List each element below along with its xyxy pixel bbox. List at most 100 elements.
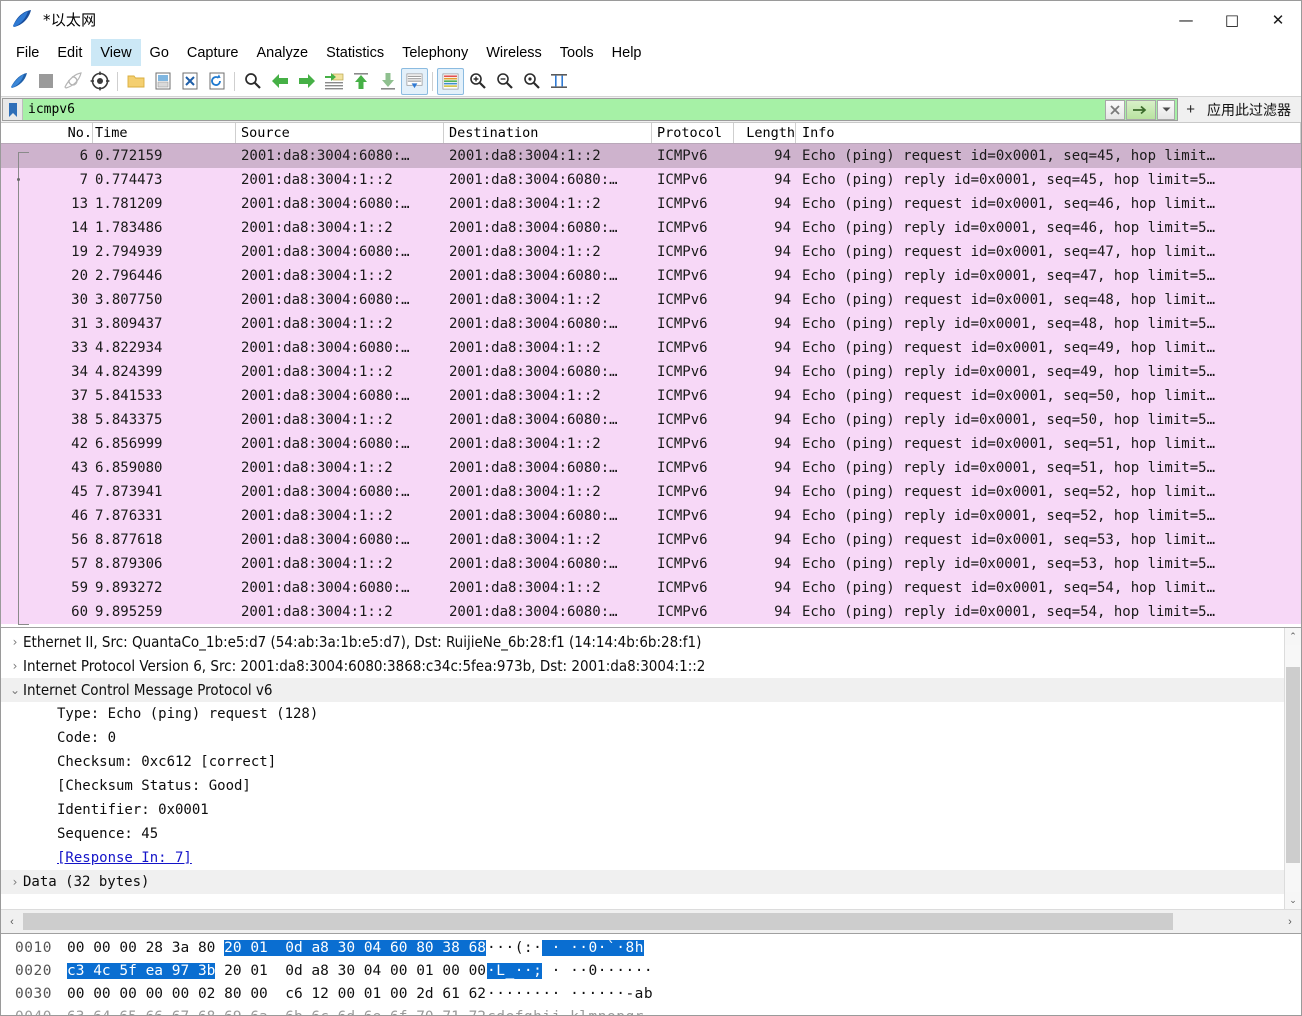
column-header-protocol[interactable]: Protocol (652, 123, 734, 143)
column-header-destination[interactable]: Destination (444, 123, 652, 143)
packet-row[interactable]: 45 7.873941 2001:da8:3004:6080:… 2001:da8:3… (1, 480, 1301, 504)
packet-row[interactable]: 57 8.879306 2001:da8:3004:1::2 2001:da8:300… (1, 552, 1301, 576)
packet-row[interactable]: 38 5.843375 2001:da8:3004:1::2 2001:da8:300… (1, 408, 1301, 432)
hex-bytes[interactable]: 00 00 00 28 3a 80 20 01 0d a8 30 04 60 8… (67, 939, 487, 956)
protocol-tree-item[interactable]: Checksum: 0xc612 [correct] (1, 750, 1284, 774)
menu-go[interactable]: Go (141, 39, 178, 66)
hex-dump-row[interactable]: 0010 00 00 00 28 3a 80 20 01 0d a8 30 04 … (1, 936, 1301, 959)
detail-hscroll-track[interactable] (23, 910, 1279, 933)
packet-row[interactable]: 13 1.781209 2001:da8:3004:6080:… 2001:da8:3… (1, 192, 1301, 216)
hex-dump-row[interactable]: 0030 00 00 00 00 00 02 80 00 c6 12 00 01 … (1, 982, 1301, 1005)
menu-help[interactable]: Help (603, 39, 651, 66)
add-filter-button-button[interactable]: + (1178, 97, 1203, 122)
close-file-icon[interactable] (176, 68, 203, 95)
packet-row[interactable]: 33 4.822934 2001:da8:3004:6080:… 2001:da8:3… (1, 336, 1301, 360)
protocol-tree-item[interactable]: [Checksum Status: Good] (1, 774, 1284, 798)
packet-row[interactable]: 7 0.774473 2001:da8:3004:1::2 2001:da8:3004… (1, 168, 1301, 192)
colorize-packets-icon[interactable] (437, 67, 464, 95)
detail-scroll-track[interactable] (1285, 645, 1301, 892)
packet-row[interactable]: 6 0.772159 2001:da8:3004:6080:… 2001:da8:30… (1, 144, 1301, 168)
protocol-tree-item[interactable]: Identifier: 0x0001 (1, 798, 1284, 822)
packet-row[interactable]: 59 9.893272 2001:da8:3004:6080:… 2001:da8:3… (1, 576, 1301, 600)
protocol-tree-item[interactable]: Sequence: 45 (1, 822, 1284, 846)
protocol-tree-item[interactable]: › Data (32 bytes) (1, 870, 1284, 894)
protocol-tree-item[interactable]: [Response In: 7] (1, 846, 1284, 870)
protocol-tree[interactable]: › Ethernet II, Src: QuantaCo_1b:e5:d7 (54… (1, 628, 1284, 909)
packet-row[interactable]: 31 3.809437 2001:da8:3004:1::2 2001:da8:300… (1, 312, 1301, 336)
protocol-tree-item[interactable]: Type: Echo (ping) request (128) (1, 702, 1284, 726)
column-header-no[interactable]: No. (1, 123, 93, 143)
zoom-in-icon[interactable] (464, 68, 491, 95)
hex-ascii-segment[interactable]: cdefghij klmnopqr (487, 1009, 644, 1016)
hex-bytes-segment[interactable]: 20 01 0d a8 30 04 00 01 00 00 (215, 963, 486, 979)
hex-ascii[interactable]: ···(:· · ··0·`·8h (459, 939, 644, 956)
menu-file[interactable]: File (7, 39, 48, 66)
menu-telephony[interactable]: Telephony (393, 39, 477, 66)
hex-bytes[interactable]: 00 00 00 00 00 02 80 00 c6 12 00 01 00 2… (67, 986, 486, 1002)
packet-list-rows[interactable]: 6 0.772159 2001:da8:3004:6080:… 2001:da8:30… (1, 144, 1301, 627)
menu-analyze[interactable]: Analyze (247, 39, 317, 66)
restart-capture-icon[interactable] (59, 68, 86, 95)
chevron-right-icon[interactable]: › (7, 875, 23, 889)
packet-row[interactable]: 30 3.807750 2001:da8:3004:6080:… 2001:da8:3… (1, 288, 1301, 312)
hex-ascii[interactable]: ·L_··; · ··0······ (459, 962, 653, 979)
packet-bytes-pane[interactable]: 0010 00 00 00 28 3a 80 20 01 0d a8 30 04 … (1, 933, 1301, 1015)
scroll-right-arrow-icon[interactable]: › (1279, 910, 1301, 933)
zoom-reset-icon[interactable] (518, 68, 545, 95)
scroll-down-arrow-icon[interactable]: ⌄ (1285, 892, 1301, 909)
close-button[interactable]: ✕ (1255, 1, 1301, 39)
column-header-length[interactable]: Length (734, 123, 796, 143)
menu-tools[interactable]: Tools (551, 39, 603, 66)
protocol-tree-item[interactable]: Code: 0 (1, 726, 1284, 750)
protocol-tree-item[interactable]: › Internet Protocol Version 6, Src: 2001:… (1, 654, 1284, 678)
hex-bytes-selected[interactable]: 20 01 0d a8 30 04 60 80 38 68 (224, 939, 487, 956)
apply-this-filter-label[interactable]: 应用此过滤器 (1203, 97, 1301, 122)
menu-wireless[interactable]: Wireless (477, 39, 551, 66)
apply-filter-icon[interactable] (1126, 99, 1157, 120)
minimize-button[interactable]: — (1163, 1, 1209, 39)
hex-bytes[interactable]: 63 64 65 66 67 68 69 6a 6b 6c 6d 6e 6f 7… (67, 1009, 486, 1016)
packet-row[interactable]: 43 6.859080 2001:da8:3004:1::2 2001:da8:300… (1, 456, 1301, 480)
column-header-time[interactable]: Time (93, 123, 236, 143)
hex-bytes-segment[interactable]: 00 00 00 00 00 02 80 00 c6 12 00 01 00 2… (67, 986, 486, 1002)
menu-statistics[interactable]: Statistics (317, 39, 393, 66)
hex-bytes-segment[interactable]: 00 00 00 28 3a 80 (67, 940, 224, 956)
hex-ascii[interactable]: cdefghij klmnopqr (459, 1009, 644, 1016)
resize-columns-icon[interactable] (545, 68, 572, 95)
detail-vertical-scrollbar[interactable]: ⌃ ⌄ (1284, 628, 1301, 909)
filter-bookmark-icon[interactable] (3, 99, 23, 120)
capture-options-icon[interactable] (86, 68, 113, 95)
response-in-link[interactable]: [Response In: 7] (57, 850, 192, 866)
detail-scroll-thumb[interactable] (1286, 667, 1300, 863)
detail-hscroll-thumb[interactable] (23, 913, 1173, 930)
hex-bytes-segment[interactable]: 63 64 65 66 67 68 69 6a 6b 6c 6d 6e 6f 7… (67, 1009, 486, 1016)
hex-dump-row[interactable]: 004063 64 65 66 67 68 69 6a 6b 6c 6d 6e … (1, 1005, 1301, 1016)
clear-filter-icon[interactable] (1105, 99, 1126, 120)
find-packet-icon[interactable] (239, 68, 266, 95)
hex-dump-row[interactable]: 0020 c3 4c 5f ea 97 3b 20 01 0d a8 30 04 … (1, 959, 1301, 982)
hex-ascii-selected[interactable]: · ··0·`·8h (542, 939, 644, 956)
chevron-right-icon[interactable]: › (7, 659, 23, 673)
go-first-packet-icon[interactable] (347, 68, 374, 95)
start-capture-icon[interactable] (5, 68, 32, 95)
filter-dropdown-icon[interactable] (1157, 99, 1176, 120)
reload-file-icon[interactable] (203, 68, 230, 95)
hex-ascii[interactable]: ········ ······-ab (459, 986, 653, 1002)
hex-ascii-segment[interactable]: ···(:· (487, 940, 542, 956)
auto-scroll-icon[interactable] (401, 67, 428, 95)
packet-row[interactable]: 34 4.824399 2001:da8:3004:1::2 2001:da8:300… (1, 360, 1301, 384)
packet-row[interactable]: 14 1.783486 2001:da8:3004:1::2 2001:da8:300… (1, 216, 1301, 240)
packet-row[interactable]: 19 2.794939 2001:da8:3004:6080:… 2001:da8:3… (1, 240, 1301, 264)
packet-row[interactable]: 42 6.856999 2001:da8:3004:6080:… 2001:da8:3… (1, 432, 1301, 456)
menu-edit[interactable]: Edit (48, 39, 91, 66)
packet-row[interactable]: 56 8.877618 2001:da8:3004:6080:… 2001:da8:3… (1, 528, 1301, 552)
hex-ascii-segment[interactable]: ········ ······-ab (487, 986, 653, 1002)
packet-row[interactable]: 37 5.841533 2001:da8:3004:6080:… 2001:da8:3… (1, 384, 1301, 408)
protocol-tree-item[interactable]: › Ethernet II, Src: QuantaCo_1b:e5:d7 (54… (1, 630, 1284, 654)
go-last-packet-icon[interactable] (374, 68, 401, 95)
hex-bytes-selected[interactable]: c3 4c 5f ea 97 3b (67, 962, 216, 979)
stop-capture-icon[interactable] (32, 68, 59, 95)
go-back-icon[interactable] (266, 68, 293, 95)
go-forward-icon[interactable] (293, 68, 320, 95)
menu-view[interactable]: View (91, 39, 141, 66)
